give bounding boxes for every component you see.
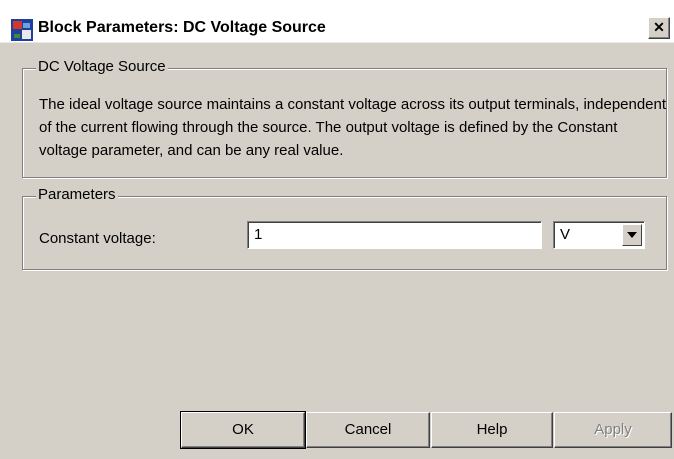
- ok-button[interactable]: OK: [180, 411, 306, 449]
- title-bar[interactable]: Block Parameters: DC Voltage Source ✕: [0, 0, 674, 43]
- apply-button[interactable]: Apply: [554, 412, 672, 448]
- voltage-unit-select[interactable]: V: [553, 221, 645, 249]
- parameters-group-legend: Parameters: [36, 186, 118, 203]
- cancel-button[interactable]: Cancel: [306, 412, 430, 448]
- close-button[interactable]: ✕: [648, 17, 670, 39]
- block-description: The ideal voltage source maintains a con…: [39, 96, 667, 159]
- voltage-unit-value: V: [560, 226, 571, 243]
- simulink-block-icon: [11, 19, 33, 41]
- help-button[interactable]: Help: [431, 412, 553, 448]
- close-icon: ✕: [653, 19, 665, 35]
- constant-voltage-value: 1: [254, 226, 263, 243]
- constant-voltage-label: Constant voltage:: [39, 230, 156, 247]
- dropdown-arrow-button[interactable]: [622, 224, 642, 246]
- window-title: Block Parameters: DC Voltage Source: [38, 19, 326, 36]
- description-group-legend: DC Voltage Source: [36, 58, 168, 75]
- chevron-down-icon: [627, 232, 637, 238]
- constant-voltage-input[interactable]: 1: [247, 221, 542, 249]
